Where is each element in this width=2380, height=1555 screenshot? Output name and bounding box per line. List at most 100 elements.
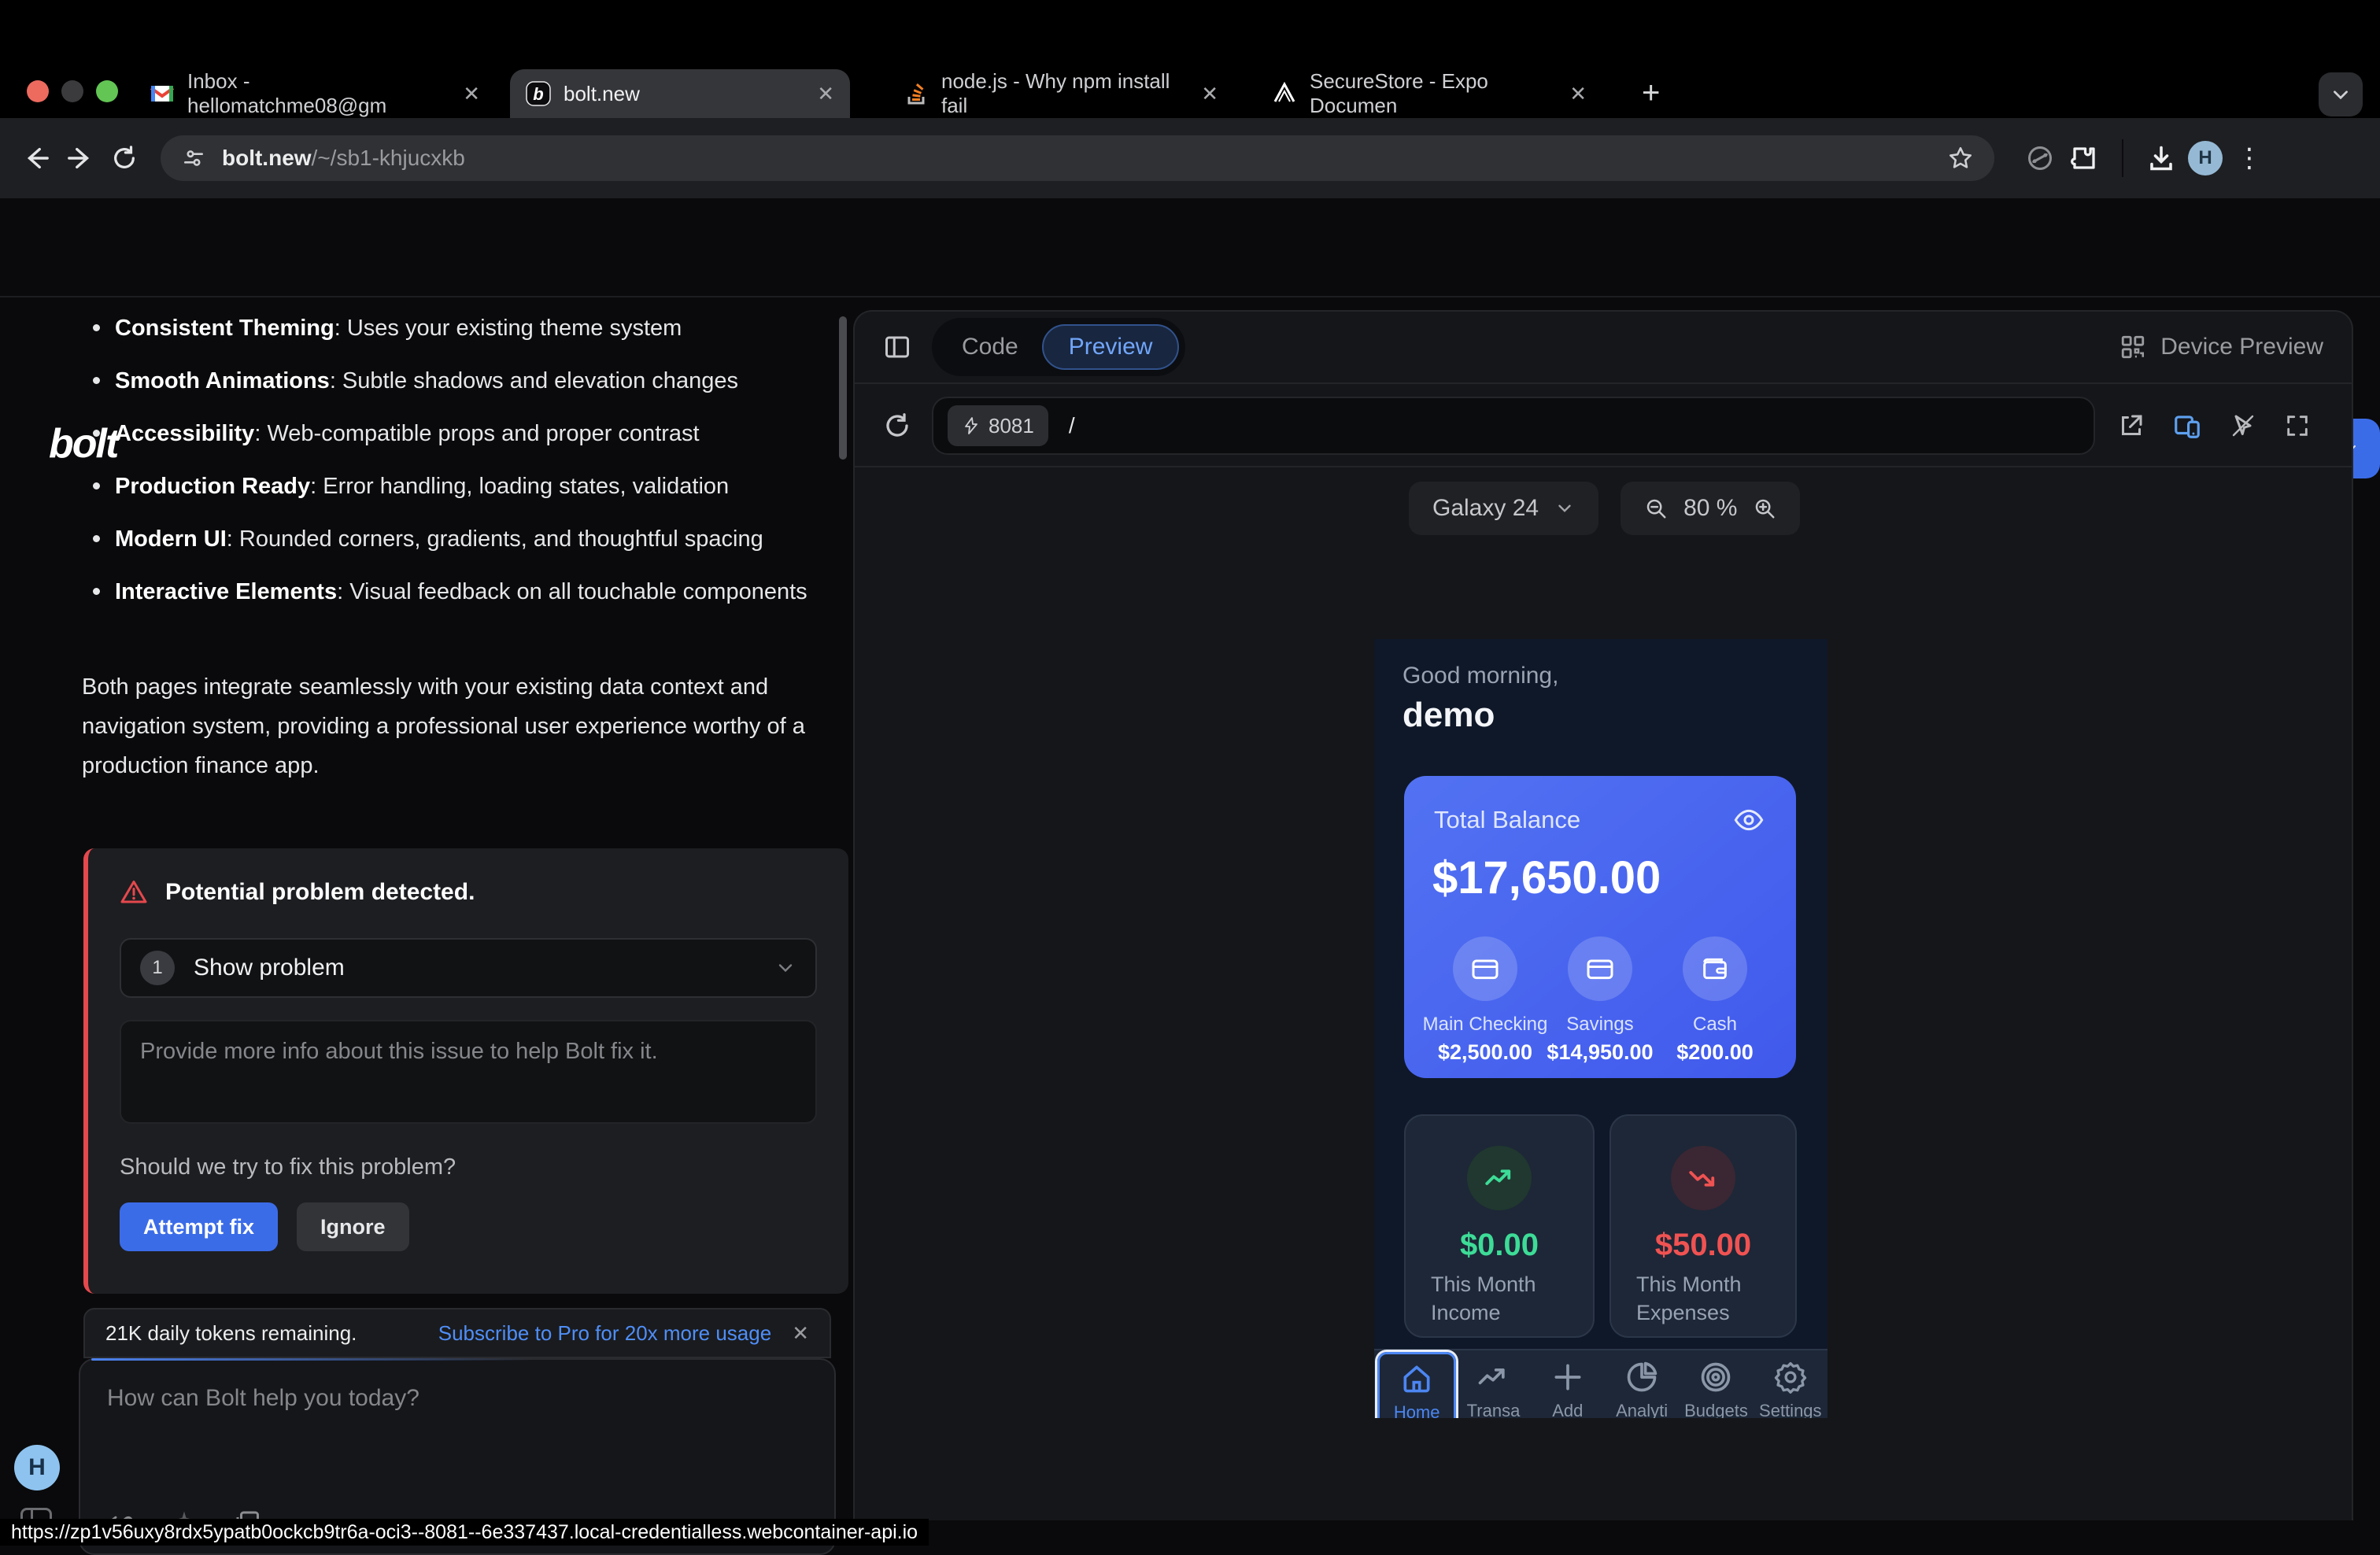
list-item: Production Ready: Error handling, loadin… <box>82 467 853 506</box>
forward-button[interactable] <box>58 136 102 180</box>
bookmark-star-icon[interactable] <box>1947 145 1974 172</box>
traffic-minimize-button[interactable] <box>61 80 83 102</box>
zoom-level: 80 % <box>1683 495 1737 522</box>
problem-info-textarea[interactable] <box>120 1020 817 1124</box>
list-item: Interactive Elements: Visual feedback on… <box>82 572 853 611</box>
user-avatar[interactable]: H <box>14 1445 60 1490</box>
preview-header: Code Preview Device Preview <box>855 312 2352 384</box>
zoom-out-icon[interactable] <box>1644 497 1668 520</box>
inspect-cursor-icon[interactable] <box>2229 412 2257 440</box>
downloads-button[interactable] <box>2139 136 2183 180</box>
back-arrow-icon <box>23 145 50 172</box>
close-icon[interactable]: ✕ <box>792 1321 809 1346</box>
show-problem-dropdown[interactable]: 1 Show problem <box>120 938 817 998</box>
device-preview-button[interactable]: Device Preview <box>2119 334 2323 360</box>
income-amount: $0.00 <box>1406 1228 1593 1263</box>
browser-tab-stackoverflow[interactable]: node.js - Why npm install fail ✕ <box>888 69 1234 118</box>
open-external-icon[interactable] <box>2117 412 2145 440</box>
back-button[interactable] <box>14 136 58 180</box>
tab-strip: Inbox - hellomatchme08@gm ✕ b bolt.new ✕… <box>0 0 2380 118</box>
browser-tab-gmail[interactable]: Inbox - hellomatchme08@gm ✕ <box>134 69 496 118</box>
device-name: Galaxy 24 <box>1432 495 1539 522</box>
nav-label: Add <box>1552 1401 1583 1418</box>
nav-item-home[interactable]: Home <box>1377 1352 1456 1418</box>
ignore-button[interactable]: Ignore <box>297 1202 409 1251</box>
tab-search-chevron-button[interactable] <box>2319 72 2363 116</box>
nav-label: Settings <box>1759 1401 1822 1418</box>
nav-item-transactions[interactable]: Transa <box>1456 1350 1530 1418</box>
token-usage-banner: 21K daily tokens remaining. Subscribe to… <box>83 1308 831 1358</box>
adblock-extension-icon[interactable] <box>2018 136 2062 180</box>
nav-item-settings[interactable]: Settings <box>1754 1350 1828 1418</box>
tokens-remaining-text: 21K daily tokens remaining. <box>105 1321 357 1346</box>
browser-menu-kebab-icon[interactable]: ⋮ <box>2227 136 2271 180</box>
expenses-amount: $50.00 <box>1611 1228 1795 1263</box>
tab-close-icon[interactable]: ✕ <box>1569 82 1587 106</box>
traffic-close-button[interactable] <box>27 80 49 102</box>
tab-close-icon[interactable]: ✕ <box>463 82 480 106</box>
account-name: Savings <box>1566 1014 1633 1036</box>
extensions-puzzle-icon[interactable] <box>2062 136 2106 180</box>
url-bar[interactable]: bolt.new/~/sb1-khjucxkb <box>161 135 1994 181</box>
url-domain: bolt.new <box>222 146 312 170</box>
income-label: This Month Income <box>1431 1270 1557 1327</box>
expenses-card[interactable]: $50.00 This Month Expenses <box>1609 1114 1797 1338</box>
account-item[interactable]: Savings $14,950.00 <box>1535 936 1665 1065</box>
port-number: 8081 <box>989 414 1034 438</box>
bolt-app-header: bolt Personal Finance Management App ⋮ I… <box>0 198 2380 297</box>
browser-tab-bolt[interactable]: b bolt.new ✕ <box>510 69 850 118</box>
chat-scrollbar-thumb[interactable] <box>839 316 847 460</box>
reload-button[interactable] <box>102 136 146 180</box>
account-name: Cash <box>1693 1014 1737 1036</box>
gear-icon <box>1773 1360 1808 1394</box>
device-selector[interactable]: Galaxy 24 <box>1409 482 1598 535</box>
account-item[interactable]: Cash $200.00 <box>1650 936 1780 1065</box>
tab-code[interactable]: Code <box>938 326 1042 368</box>
list-item: Accessibility: Web-compatible props and … <box>82 414 853 453</box>
list-item: Consistent Theming: Uses your existing t… <box>82 308 853 348</box>
site-settings-icon[interactable] <box>181 146 206 171</box>
port-chip[interactable]: 8081 <box>948 405 1048 446</box>
browser-tab-expo[interactable]: SecureStore - Expo Documen ✕ <box>1256 69 1602 118</box>
new-tab-button[interactable]: + <box>1642 76 1660 111</box>
credit-card-icon <box>1469 953 1501 984</box>
browser-profile-avatar[interactable]: H <box>2183 136 2227 180</box>
nav-item-budgets[interactable]: Budgets <box>1679 1350 1753 1418</box>
account-amount: $2,500.00 <box>1438 1040 1532 1065</box>
device-toggle-icon[interactable] <box>2172 411 2202 441</box>
zoom-in-icon[interactable] <box>1753 497 1776 520</box>
nav-item-add[interactable]: Add <box>1531 1350 1605 1418</box>
subscribe-pro-link[interactable]: Subscribe to Pro for 20x more usage <box>438 1321 771 1346</box>
tab-label: node.js - Why npm install fail <box>941 69 1188 118</box>
tab-close-icon[interactable]: ✕ <box>817 82 834 106</box>
tab-label: Inbox - hellomatchme08@gm <box>187 69 450 118</box>
account-name: Main Checking <box>1423 1014 1548 1036</box>
panel-toggle-icon[interactable] <box>883 333 911 361</box>
gmail-icon <box>150 81 175 106</box>
feature-bullet-list: Consistent Theming: Uses your existing t… <box>82 308 853 625</box>
chevron-down-icon <box>774 957 796 979</box>
device-controls: Galaxy 24 80 % <box>1409 482 1800 535</box>
expo-icon <box>1272 81 1297 106</box>
svg-text:b: b <box>533 84 543 104</box>
avatar-initial: H <box>2198 147 2212 169</box>
account-amount: $14,950.00 <box>1547 1040 1653 1065</box>
attempt-fix-button[interactable]: Attempt fix <box>120 1202 278 1251</box>
tab-label: bolt.new <box>564 82 640 106</box>
preview-url-field[interactable]: 8081 / <box>932 397 2095 455</box>
refresh-icon[interactable] <box>883 412 911 440</box>
tab-close-icon[interactable]: ✕ <box>1201 82 1218 106</box>
total-balance-card[interactable]: Total Balance $17,650.00 Main Checking $… <box>1404 776 1796 1078</box>
chat-input-textarea[interactable] <box>80 1360 834 1478</box>
username-text: demo <box>1402 696 1495 735</box>
warning-triangle-icon <box>120 878 148 907</box>
preview-path: / <box>1069 413 1075 438</box>
tab-preview[interactable]: Preview <box>1042 324 1180 370</box>
income-card[interactable]: $0.00 This Month Income <box>1404 1114 1595 1338</box>
eye-icon[interactable] <box>1733 804 1765 836</box>
nav-item-analytics[interactable]: Analyti <box>1605 1350 1679 1418</box>
fullscreen-icon[interactable] <box>2284 412 2311 439</box>
nav-label: Transa <box>1467 1401 1521 1418</box>
account-item[interactable]: Main Checking $2,500.00 <box>1420 936 1550 1065</box>
traffic-zoom-button[interactable] <box>96 80 118 102</box>
